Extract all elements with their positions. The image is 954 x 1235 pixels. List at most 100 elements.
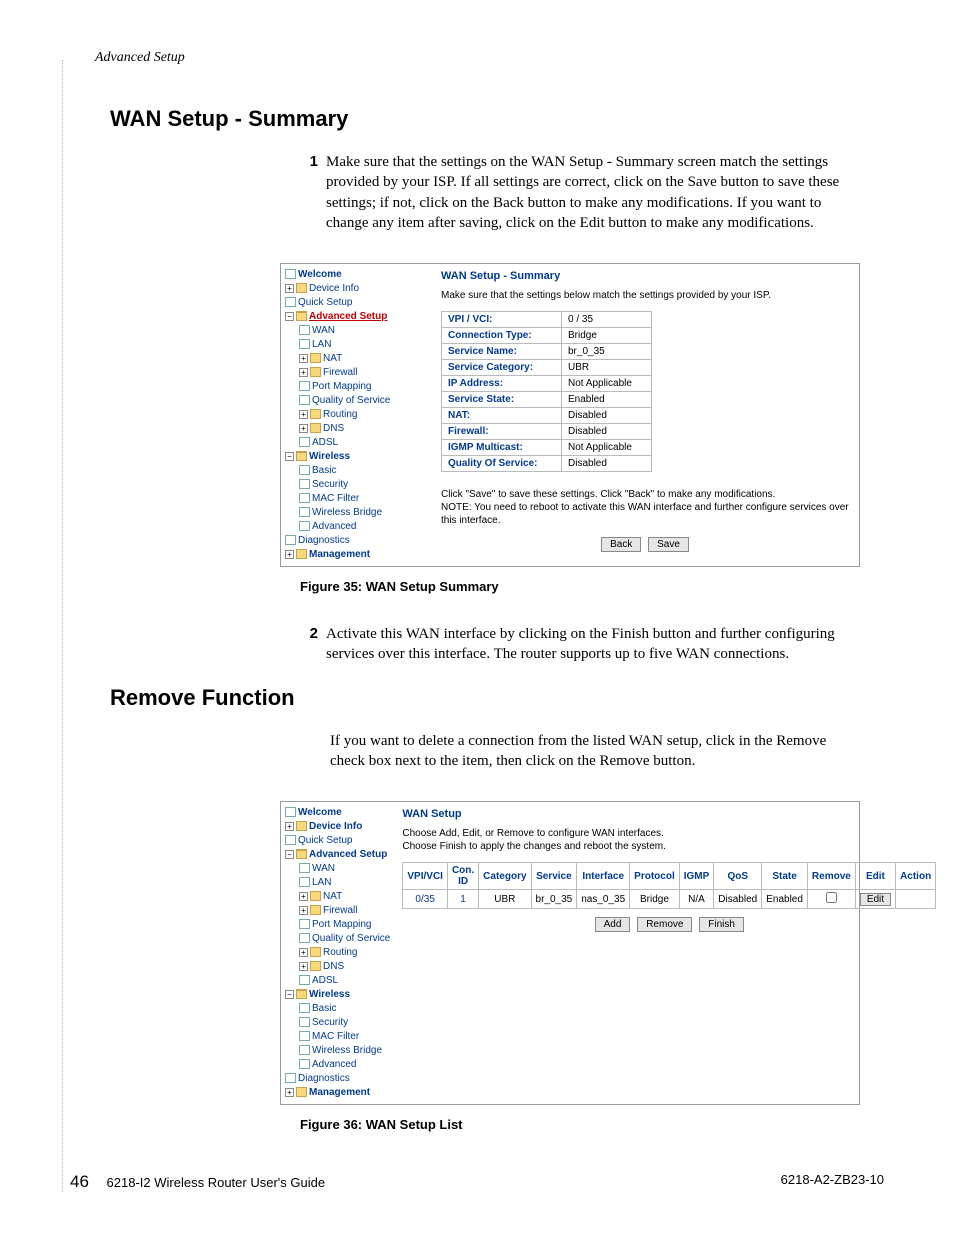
nav-wireless-bridge[interactable]: Wireless Bridge	[312, 507, 382, 518]
nav-routing[interactable]: Routing	[323, 947, 357, 958]
folder-open-icon	[296, 451, 307, 461]
nav-dns[interactable]: DNS	[323, 423, 344, 434]
page-icon	[299, 521, 310, 531]
nav-device-info[interactable]: Device Info	[309, 821, 362, 832]
expander-icon[interactable]: +	[299, 948, 308, 957]
expander-icon[interactable]: +	[299, 354, 308, 363]
nav-welcome[interactable]: Welcome	[298, 807, 342, 818]
value-service-state: Enabled	[562, 392, 652, 408]
nav-mac-filter[interactable]: MAC Filter	[312, 493, 359, 504]
panel-title: WAN Setup	[402, 808, 936, 820]
expander-icon[interactable]: +	[299, 906, 308, 915]
folder-icon	[296, 549, 307, 559]
nav-wan[interactable]: WAN	[312, 863, 335, 874]
page-icon	[285, 297, 296, 307]
step-1-text: Make sure that the settings on the WAN S…	[326, 152, 864, 233]
nav-port-mapping[interactable]: Port Mapping	[312, 381, 371, 392]
nav-device-info[interactable]: Device Info	[309, 283, 359, 294]
expander-icon[interactable]: −	[285, 452, 294, 461]
nav-adsl[interactable]: ADSL	[312, 975, 338, 986]
expander-icon[interactable]: −	[285, 850, 294, 859]
page-icon	[299, 381, 310, 391]
edit-button[interactable]: Edit	[860, 893, 891, 906]
nav-management[interactable]: Management	[309, 549, 370, 560]
label-vpi-vci: VPI / VCI:	[442, 312, 562, 328]
nav-security[interactable]: Security	[312, 479, 348, 490]
nav-qos[interactable]: Quality of Service	[312, 395, 390, 406]
nav-dns[interactable]: DNS	[323, 961, 344, 972]
th-remove: Remove	[807, 863, 855, 890]
nav-firewall[interactable]: Firewall	[323, 905, 357, 916]
nav-wireless[interactable]: Wireless	[309, 989, 350, 1000]
expander-icon[interactable]: +	[299, 368, 308, 377]
label-ip-address: IP Address:	[442, 376, 562, 392]
nav-advanced[interactable]: Advanced	[312, 1059, 356, 1070]
expander-icon[interactable]: +	[285, 284, 294, 293]
nav-lan[interactable]: LAN	[312, 339, 331, 350]
folder-icon	[310, 905, 321, 915]
nav-diagnostics[interactable]: Diagnostics	[298, 1073, 350, 1084]
value-qos: Disabled	[562, 456, 652, 472]
finish-button[interactable]: Finish	[699, 917, 744, 932]
nav-basic[interactable]: Basic	[312, 1003, 336, 1014]
wan-list-table: VPI/VCI Con. ID Category Service Interfa…	[402, 862, 936, 909]
nav-advanced[interactable]: Advanced	[312, 521, 356, 532]
page-icon	[299, 479, 310, 489]
nav-welcome[interactable]: Welcome	[298, 269, 342, 280]
nav-advanced-setup[interactable]: Advanced Setup	[309, 849, 387, 860]
expander-icon[interactable]: −	[285, 990, 294, 999]
add-button[interactable]: Add	[595, 917, 631, 932]
nav-wireless[interactable]: Wireless	[309, 451, 350, 462]
cell-protocol: Bridge	[630, 890, 680, 909]
nav-nat[interactable]: NAT	[323, 353, 342, 364]
step-1-number: 1	[300, 152, 326, 233]
nav-firewall[interactable]: Firewall	[323, 367, 357, 378]
page-icon	[299, 877, 310, 887]
nav-port-mapping[interactable]: Port Mapping	[312, 919, 371, 930]
value-service-name: br_0_35	[562, 344, 652, 360]
nav-quick-setup[interactable]: Quick Setup	[298, 297, 352, 308]
cell-action	[896, 890, 936, 909]
remove-button[interactable]: Remove	[637, 917, 692, 932]
page-icon	[299, 325, 310, 335]
nav-wan[interactable]: WAN	[312, 325, 335, 336]
nav-routing[interactable]: Routing	[323, 409, 357, 420]
panel-note: Click "Save" to save these settings. Cli…	[441, 488, 849, 527]
expander-icon[interactable]: +	[299, 424, 308, 433]
section-title-wan-summary: WAN Setup - Summary	[110, 106, 884, 132]
nav-mac-filter[interactable]: MAC Filter	[312, 1031, 359, 1042]
cell-qos: Disabled	[714, 890, 762, 909]
expander-icon[interactable]: +	[299, 410, 308, 419]
nav-diagnostics[interactable]: Diagnostics	[298, 535, 350, 546]
expander-icon[interactable]: +	[285, 550, 294, 559]
cell-conid: 1	[447, 890, 478, 909]
step-2-number: 2	[300, 624, 326, 665]
nav-security[interactable]: Security	[312, 1017, 348, 1028]
expander-icon[interactable]: +	[285, 1088, 294, 1097]
remove-checkbox[interactable]	[826, 892, 837, 903]
nav-adsl[interactable]: ADSL	[312, 437, 338, 448]
nav-lan[interactable]: LAN	[312, 877, 331, 888]
expander-icon[interactable]: +	[299, 962, 308, 971]
nav-basic[interactable]: Basic	[312, 465, 336, 476]
folder-open-icon	[296, 989, 307, 999]
nav-management[interactable]: Management	[309, 1087, 370, 1098]
back-button[interactable]: Back	[601, 537, 641, 552]
page-icon	[299, 975, 310, 985]
page-footer: 46 6218-I2 Wireless Router User's Guide …	[70, 1172, 884, 1192]
page-icon	[299, 919, 310, 929]
expander-icon[interactable]: +	[299, 892, 308, 901]
nav-nat[interactable]: NAT	[323, 891, 342, 902]
value-conn-type: Bridge	[562, 328, 652, 344]
nav-advanced-setup[interactable]: Advanced Setup	[309, 311, 387, 322]
nav-quick-setup[interactable]: Quick Setup	[298, 835, 352, 846]
save-button[interactable]: Save	[648, 537, 689, 552]
nav-qos[interactable]: Quality of Service	[312, 933, 390, 944]
folder-icon	[310, 409, 321, 419]
footer-right: 6218-A2-ZB23-10	[781, 1172, 884, 1192]
expander-icon[interactable]: −	[285, 312, 294, 321]
expander-icon[interactable]: +	[285, 822, 294, 831]
value-nat: Disabled	[562, 408, 652, 424]
nav-wireless-bridge[interactable]: Wireless Bridge	[312, 1045, 382, 1056]
page-icon	[299, 933, 310, 943]
